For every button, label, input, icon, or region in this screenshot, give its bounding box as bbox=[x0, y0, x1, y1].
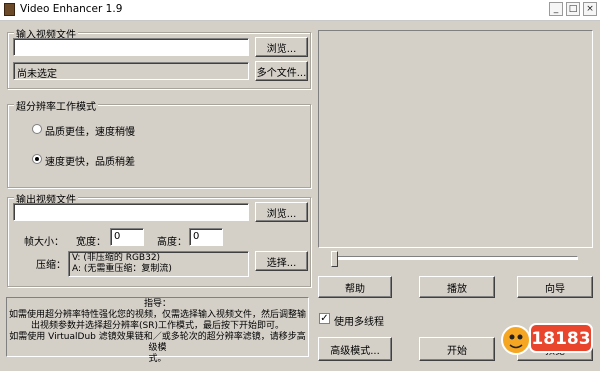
app-icon bbox=[4, 3, 15, 16]
guide-line-4: 式。 bbox=[148, 354, 167, 364]
choose-compression-button[interactable]: 选择... bbox=[255, 251, 308, 271]
height-field[interactable]: 0 bbox=[189, 228, 223, 246]
minimize-button[interactable]: _ bbox=[549, 2, 563, 16]
input-browse-button[interactable]: 浏览... bbox=[255, 37, 308, 57]
close-button[interactable]: × bbox=[583, 2, 597, 16]
wizard-button[interactable]: 向导 bbox=[517, 276, 593, 298]
speed-mode-radio[interactable] bbox=[32, 154, 42, 164]
output-browse-button[interactable]: 浏览... bbox=[255, 202, 308, 222]
multiple-files-button[interactable]: 多个文件... bbox=[255, 61, 308, 81]
speed-mode-label: 速度更快，品质稍差 bbox=[45, 157, 135, 168]
multithread-label: 使用多线程 bbox=[334, 317, 384, 328]
video-preview-area bbox=[318, 30, 593, 248]
quality-mode-label: 品质更佳，速度稍慢 bbox=[45, 127, 135, 138]
guide-line-3: 如需使用 VirtualDub 滤镜效果链和／或多轮次的超分辨率滤镜，请移步高级… bbox=[9, 332, 306, 353]
quality-mode-radio[interactable] bbox=[32, 124, 42, 134]
maximize-button[interactable]: □ bbox=[566, 2, 580, 16]
input-status-field: 尚未选定 bbox=[13, 62, 249, 80]
frame-size-label: 帧大小： bbox=[24, 237, 64, 248]
mode-group-title: 超分辨率工作模式 bbox=[14, 98, 98, 113]
seek-slider-track[interactable] bbox=[334, 256, 578, 260]
watermark-text: 18183 bbox=[531, 329, 590, 349]
guide-title: 指导： bbox=[143, 299, 171, 309]
height-label: 高度： bbox=[157, 237, 187, 248]
multithread-checkbox[interactable]: ✓ bbox=[319, 313, 330, 324]
output-path-field[interactable] bbox=[13, 203, 249, 221]
guide-line-1: 如需使用超分辨率特性强化您的视频，仅需选择输入视频文件，然后调整输 bbox=[8, 310, 306, 320]
width-label: 宽度： bbox=[76, 237, 106, 248]
width-field[interactable]: 0 bbox=[110, 228, 144, 246]
play-button[interactable]: 播放 bbox=[419, 276, 495, 298]
title-bar: Video Enhancer 1.9 _ □ × bbox=[0, 0, 600, 21]
compression-video-info: V: (非压缩的 RGB32) bbox=[72, 253, 161, 263]
compression-label: 压缩： bbox=[36, 260, 66, 271]
window-title: Video Enhancer 1.9 bbox=[20, 3, 123, 15]
advanced-mode-button[interactable]: 高级模式... bbox=[318, 337, 392, 361]
guide-line-2: 出视频参数并选择超分辨率(SR)工作模式，最后按下开始即可。 bbox=[31, 321, 284, 331]
watermark-logo-graphic: 18183 bbox=[501, 323, 593, 355]
help-button[interactable]: 帮助 bbox=[318, 276, 392, 298]
input-path-field[interactable] bbox=[13, 38, 249, 56]
compression-info: V: (非压缩的 RGB32) A: (无需重压缩：复制流) bbox=[68, 251, 249, 277]
guide-panel: 指导： 如需使用超分辨率特性强化您的视频，仅需选择输入视频文件，然后调整输 出视… bbox=[6, 297, 309, 364]
compression-audio-info: A: (无需重压缩：复制流) bbox=[72, 264, 172, 274]
seek-slider-thumb[interactable] bbox=[331, 251, 338, 267]
watermark-logo: 18183 bbox=[500, 310, 595, 368]
sr-mode-group: 超分辨率工作模式 bbox=[7, 98, 311, 188]
start-button[interactable]: 开始 bbox=[419, 337, 495, 361]
